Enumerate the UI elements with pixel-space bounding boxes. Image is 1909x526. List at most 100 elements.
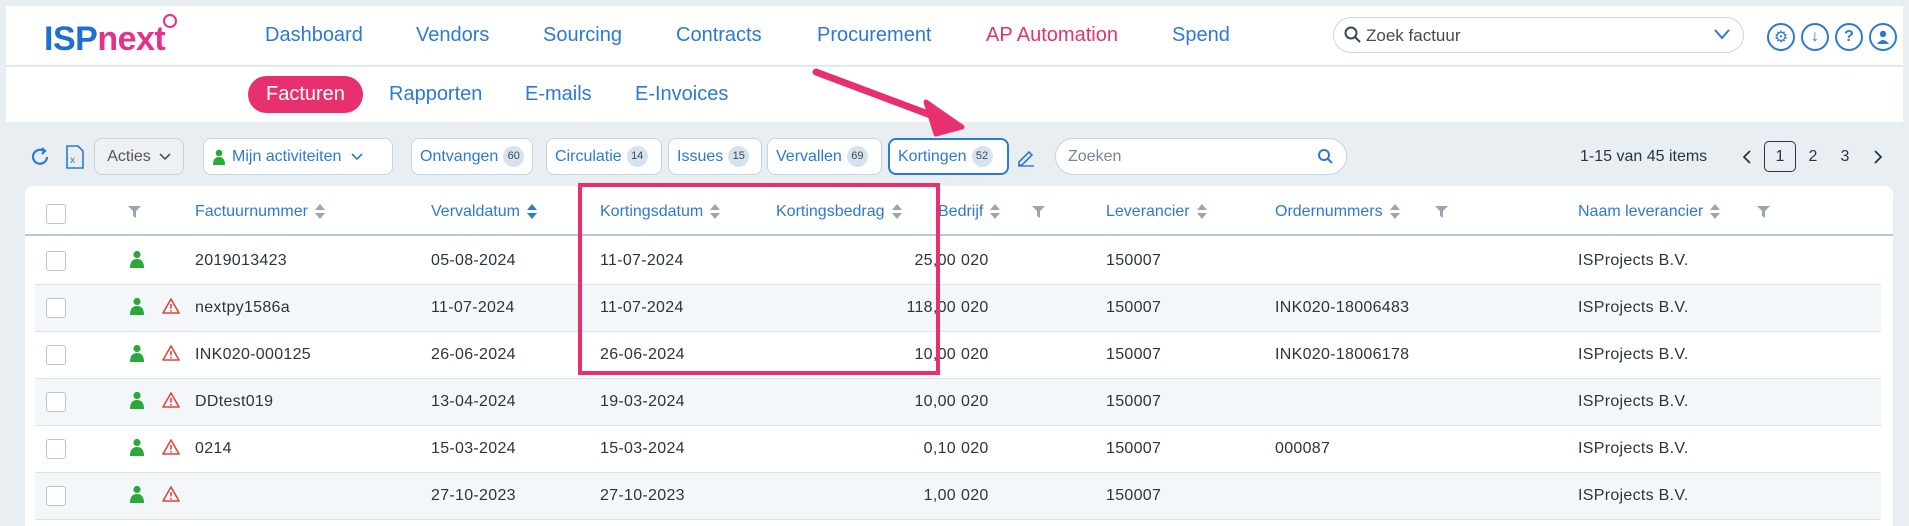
table-row[interactable]: nextpy1586a 11-07-2024 11-07-2024 118,00 020… (35, 285, 1881, 332)
cell-bedrijf: 020 (961, 440, 989, 457)
table-row[interactable]: DDtest019 13-04-2024 19-03-2024 10,00 020 150… (35, 379, 1881, 426)
logo-next: next (97, 20, 166, 58)
excel-export-icon[interactable]: x (66, 145, 84, 169)
nav-vendors[interactable]: Vendors (416, 24, 489, 47)
row-checkbox[interactable] (46, 345, 66, 365)
subnav-rapporten[interactable]: Rapporten (389, 83, 482, 106)
header-bedrijf[interactable]: Bedrijf (938, 203, 1001, 221)
nav-sourcing[interactable]: Sourcing (543, 24, 622, 47)
invoice-search[interactable] (1333, 17, 1744, 53)
cell-vervaldatum: 26-06-2024 (431, 346, 516, 363)
cell-bedrijf: 020 (961, 393, 989, 410)
select-all-checkbox[interactable] (46, 204, 66, 224)
page-3[interactable]: 3 (1829, 141, 1861, 172)
header-vervaldatum[interactable]: Vervaldatum (431, 203, 537, 221)
table-row[interactable]: 2019013423 05-08-2024 11-07-2024 25,00 020 15… (35, 238, 1881, 285)
row-checkbox[interactable] (46, 392, 66, 412)
acties-dropdown[interactable]: Acties (94, 138, 184, 175)
cell-kortingsbedrag: 10,00 (914, 393, 956, 410)
invoice-search-input[interactable] (1366, 24, 1696, 48)
filter-funnel-icon[interactable] (1435, 206, 1448, 218)
filter-vervallen[interactable]: Vervallen 69 (767, 138, 882, 175)
chevron-right-icon[interactable] (1873, 150, 1883, 164)
nav-procurement[interactable]: Procurement (817, 24, 932, 47)
count-badge: 52 (971, 146, 993, 167)
table-row[interactable]: 27-10-2023 27-10-2023 1,00 020 150007 ISProje… (35, 473, 1881, 520)
person-green-icon (130, 391, 144, 409)
page-1[interactable]: 1 (1764, 141, 1796, 172)
nav-spend[interactable]: Spend (1172, 24, 1230, 47)
cell-bedrijf: 020 (961, 299, 989, 316)
count-badge: 14 (626, 146, 648, 167)
gear-icon[interactable]: ⚙ (1767, 23, 1795, 51)
header-ordernummers[interactable]: Ordernummers (1275, 203, 1400, 221)
row-checkbox[interactable] (46, 251, 66, 271)
person-green-icon (130, 485, 144, 503)
cell-naam-leverancier: ISProjects B.V. (1578, 299, 1689, 316)
sort-icon (1710, 204, 1721, 220)
invoice-table: Factuurnummer Vervaldatum Kortingsdatum … (25, 186, 1893, 526)
ispnext-logo[interactable]: ISPnext (44, 14, 178, 59)
cell-vervaldatum: 11-07-2024 (431, 299, 515, 316)
filter-label: Vervallen (776, 147, 842, 165)
filter-funnel-icon[interactable] (128, 206, 141, 218)
header-kortingsbedrag[interactable]: Kortingsbedrag (776, 203, 902, 221)
row-checkbox[interactable] (46, 486, 66, 506)
cell-factuurnummer: 0214 (195, 440, 232, 457)
chevron-left-icon[interactable] (1742, 150, 1752, 164)
table-search-input[interactable] (1068, 147, 1308, 167)
header-leverancier[interactable]: Leverancier (1106, 203, 1207, 221)
count-badge: 69 (846, 146, 868, 167)
filter-kortingen[interactable]: Kortingen 52 (888, 138, 1009, 175)
filter-ontvangen[interactable]: Ontvangen 60 (411, 138, 533, 175)
chevron-down-icon[interactable] (1713, 27, 1731, 41)
filter-circulatie[interactable]: Circulatie 14 (546, 138, 662, 175)
cell-naam-leverancier: ISProjects B.V. (1578, 346, 1689, 363)
cell-leverancier: 150007 (1106, 393, 1162, 410)
cell-ordernummers: INK020-18006178 (1275, 346, 1410, 363)
warning-icon (162, 345, 180, 361)
header-kortingsdatum[interactable]: Kortingsdatum (600, 203, 721, 221)
page-2[interactable]: 2 (1797, 141, 1829, 172)
table-row[interactable]: 0214 15-03-2024 15-03-2024 0,10 020 150007 000… (35, 426, 1881, 473)
filter-issues[interactable]: Issues 15 (668, 138, 762, 175)
cell-leverancier: 150007 (1106, 440, 1162, 457)
chevron-down-icon (159, 152, 171, 160)
cell-naam-leverancier: ISProjects B.V. (1578, 252, 1689, 269)
filter-funnel-icon[interactable] (1032, 206, 1045, 218)
header-label: Ordernummers (1275, 203, 1383, 220)
refresh-icon[interactable] (29, 146, 51, 168)
help-icon[interactable]: ? (1835, 23, 1863, 51)
logo-dot-icon (163, 14, 178, 28)
cell-naam-leverancier: ISProjects B.V. (1578, 487, 1689, 504)
nav-ap-automation[interactable]: AP Automation (986, 24, 1118, 47)
subnav-emails[interactable]: E-mails (525, 83, 592, 106)
search-icon[interactable] (1317, 148, 1334, 165)
table-search[interactable] (1055, 138, 1347, 175)
nav-contracts[interactable]: Contracts (676, 24, 762, 47)
subnav-einvoices[interactable]: E-Invoices (635, 83, 728, 106)
cell-kortingsdatum: 11-07-2024 (600, 252, 684, 269)
edit-pencil-icon[interactable] (1016, 147, 1036, 167)
cell-kortingsbedrag: 0,10 (923, 440, 956, 457)
filter-funnel-icon[interactable] (1757, 206, 1770, 218)
subnav-facturen[interactable]: Facturen (248, 76, 363, 113)
cell-leverancier: 150007 (1106, 299, 1162, 316)
nav-dashboard[interactable]: Dashboard (265, 24, 363, 47)
cell-factuurnummer: INK020-000125 (195, 346, 311, 363)
user-icon[interactable] (1869, 23, 1897, 51)
download-icon[interactable]: ↓ (1801, 23, 1829, 51)
sort-desc-icon (526, 204, 537, 220)
cell-vervaldatum: 13-04-2024 (431, 393, 516, 410)
mijn-activiteiten-dropdown[interactable]: Mijn activiteiten (203, 138, 393, 175)
cell-kortingsbedrag: 25,00 (914, 252, 956, 269)
row-checkbox[interactable] (46, 439, 66, 459)
header-factuurnummer[interactable]: Factuurnummer (195, 203, 325, 221)
header-naam-leverancier[interactable]: Naam leverancier (1578, 203, 1721, 221)
cell-kortingsdatum: 27-10-2023 (600, 487, 685, 504)
items-count: 1-15 van 45 items (1580, 147, 1708, 165)
svg-text:x: x (70, 155, 75, 166)
row-checkbox[interactable] (46, 298, 66, 318)
cell-ordernummers: 000087 (1275, 440, 1331, 457)
table-row[interactable]: INK020-000125 26-06-2024 26-06-2024 10,00 02… (35, 332, 1881, 379)
